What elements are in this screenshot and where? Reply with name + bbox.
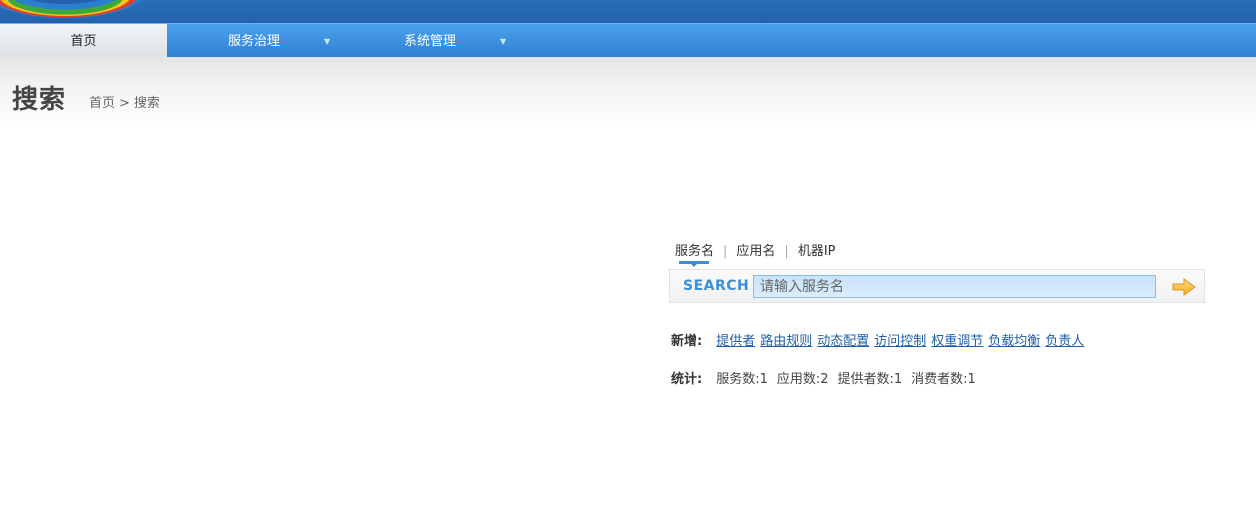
nav-item-home[interactable]: 首页	[0, 24, 167, 58]
nav-item-system-management[interactable]: 系统管理 ▼	[347, 24, 520, 58]
tab-application-name[interactable]: 应用名	[736, 240, 775, 259]
add-label: 新增:	[671, 334, 703, 349]
add-load-balance-link[interactable]: 负载均衡	[988, 334, 1040, 349]
arrow-right-icon[interactable]	[1172, 278, 1196, 296]
stat-provider-count: 提供者数:1	[837, 372, 903, 387]
logo-icon[interactable]	[0, 0, 150, 20]
nav-item-service-governance-label: 服务治理	[228, 34, 281, 49]
top-banner	[0, 0, 1256, 23]
stat-consumer-count: 消费者数:1	[911, 372, 976, 387]
add-links-row: 新增: 提供者 路由规则 动态配置 访问控制 权重调节 负载均衡 负责人	[671, 330, 1089, 349]
stats-label: 统计:	[671, 372, 703, 387]
search-label: SEARCH	[683, 278, 750, 294]
tab-service-name[interactable]: 服务名	[675, 240, 714, 259]
add-route-rule-link[interactable]: 路由规则	[760, 334, 812, 349]
page-header: 搜索 首页 > 搜索	[0, 57, 1256, 127]
breadcrumb-separator: >	[119, 96, 130, 111]
stat-application-count: 应用数:2	[776, 372, 829, 387]
nav-item-service-governance[interactable]: 服务治理 ▼	[167, 24, 347, 58]
add-weight-adjust-link[interactable]: 权重调节	[931, 334, 983, 349]
nav-item-system-management-label: 系统管理	[404, 34, 457, 49]
main-nav: 首页 服务治理 ▼ 系统管理 ▼	[0, 23, 1256, 58]
stats-row: 统计: 服务数:1 应用数:2 提供者数:1 消费者数:1	[671, 368, 985, 387]
tab-separator: |	[784, 244, 789, 259]
search-input[interactable]	[753, 275, 1156, 298]
page-title: 搜索	[12, 85, 67, 115]
breadcrumb-current: 搜索	[133, 96, 160, 111]
search-box: SEARCH	[669, 269, 1205, 303]
search-tabs: 服务名 | 应用名 | 机器IP	[675, 240, 836, 262]
add-dynamic-config-link[interactable]: 动态配置	[817, 334, 869, 349]
add-access-control-link[interactable]: 访问控制	[874, 334, 926, 349]
stat-service-count: 服务数:1	[716, 372, 768, 387]
breadcrumb: 首页 > 搜索	[89, 92, 164, 111]
add-provider-link[interactable]: 提供者	[716, 334, 755, 349]
tab-separator: |	[723, 244, 728, 259]
tab-machine-ip[interactable]: 机器IP	[798, 240, 836, 259]
active-tab-pointer	[690, 263, 698, 267]
chevron-down-icon: ▼	[500, 37, 507, 46]
nav-item-home-label: 首页	[70, 34, 97, 49]
breadcrumb-home[interactable]: 首页	[89, 96, 115, 111]
chevron-down-icon: ▼	[324, 37, 331, 46]
add-owner-link[interactable]: 负责人	[1045, 334, 1084, 349]
